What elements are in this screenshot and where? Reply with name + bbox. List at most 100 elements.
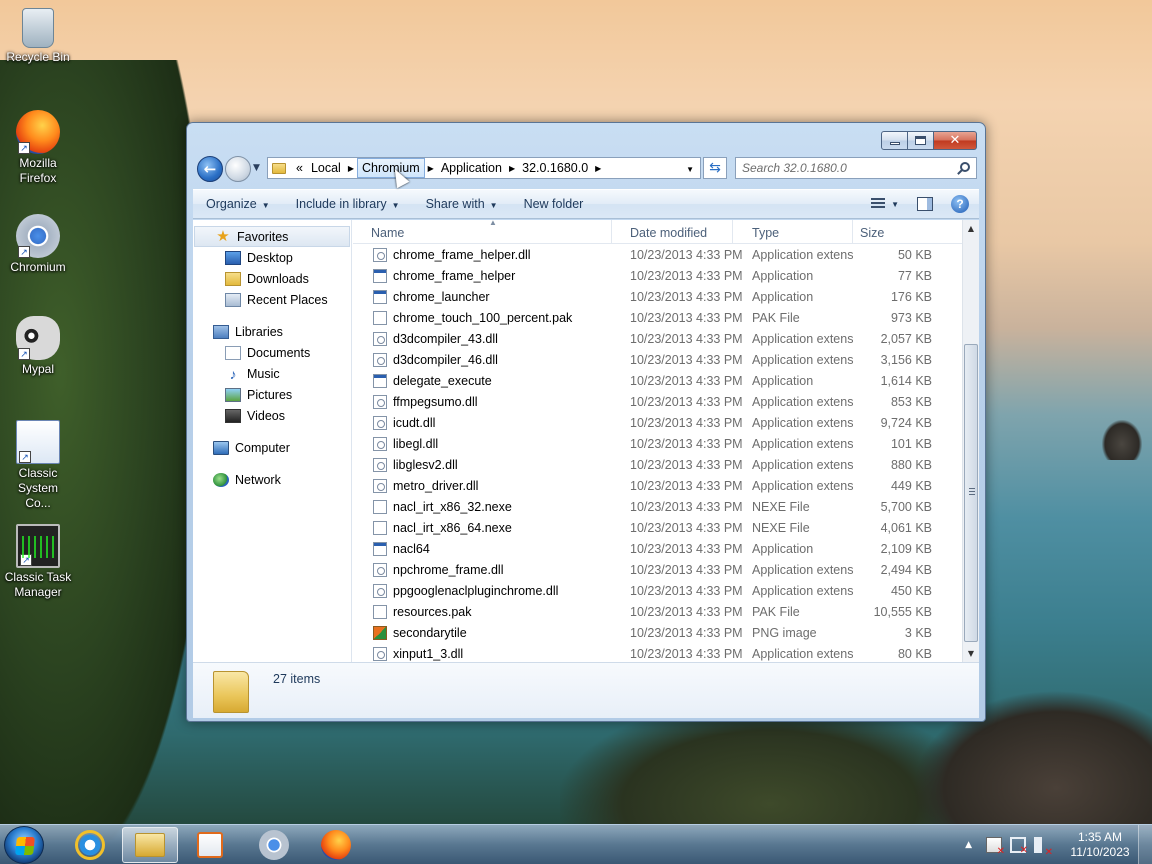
help-icon[interactable]: ?: [951, 195, 969, 213]
breadcrumb-local[interactable]: Local: [307, 158, 345, 178]
desktop-icon-firefox[interactable]: ↗ Mozilla Firefox: [4, 110, 72, 186]
share-with-button[interactable]: Share with ▼: [413, 197, 511, 211]
nav-videos[interactable]: Videos: [193, 405, 351, 426]
nav-computer[interactable]: Computer: [193, 437, 351, 458]
taskbar-chromium[interactable]: [246, 827, 302, 863]
file-name-cell[interactable]: libegl.dll: [353, 436, 612, 451]
minimize-button[interactable]: [881, 131, 908, 150]
scroll-up-icon[interactable]: ▲: [963, 220, 979, 237]
column-header-size[interactable]: Size: [853, 220, 940, 243]
chevron-right-icon[interactable]: ▶: [425, 164, 437, 173]
nav-libraries[interactable]: Libraries: [193, 321, 351, 342]
nav-recent-places[interactable]: Recent Places: [193, 289, 351, 310]
nav-network[interactable]: Network: [193, 469, 351, 490]
action-center-icon[interactable]: [986, 837, 1005, 857]
chevron-right-icon[interactable]: ▶: [592, 164, 604, 173]
table-row[interactable]: nacl_irt_x86_64.nexe 10/23/2013 4:33 PM NE…: [353, 517, 962, 538]
organize-button[interactable]: Organize ▼: [193, 197, 283, 211]
chevron-right-icon[interactable]: ▶: [506, 164, 518, 173]
table-row[interactable]: nacl64 10/23/2013 4:33 PM Application 2,109…: [353, 538, 962, 559]
file-name-cell[interactable]: chrome_frame_helper.dll: [353, 247, 612, 262]
file-name-cell[interactable]: d3dcompiler_46.dll: [353, 352, 612, 367]
file-name-cell[interactable]: nacl_irt_x86_64.nexe: [353, 520, 612, 535]
volume-icon[interactable]: [1034, 837, 1053, 858]
table-row[interactable]: secondarytile 10/23/2013 4:33 PM PNG image…: [353, 622, 962, 643]
file-name-cell[interactable]: chrome_launcher: [353, 289, 612, 304]
table-row[interactable]: chrome_launcher 10/23/2013 4:33 PM Applica…: [353, 286, 962, 307]
taskbar-windows-explorer[interactable]: [122, 827, 178, 863]
forward-button[interactable]: [225, 156, 251, 182]
scroll-down-icon[interactable]: ▼: [963, 645, 979, 662]
file-name-cell[interactable]: metro_driver.dll: [353, 478, 612, 493]
table-row[interactable]: ppgooglenaclpluginchrome.dll 10/23/2013 4…: [353, 580, 962, 601]
file-name-cell[interactable]: xinput1_3.dll: [353, 646, 612, 661]
table-row[interactable]: chrome_touch_100_percent.pak 10/23/2013 4…: [353, 307, 962, 328]
file-name-cell[interactable]: nacl_irt_x86_32.nexe: [353, 499, 612, 514]
file-name-cell[interactable]: ppgooglenaclpluginchrome.dll: [353, 583, 612, 598]
preview-pane-icon[interactable]: [917, 197, 933, 211]
vertical-scrollbar[interactable]: ▲ ▼: [962, 220, 979, 662]
table-row[interactable]: ffmpegsumo.dll 10/23/2013 4:33 PM Applicat…: [353, 391, 962, 412]
nav-favorites[interactable]: ★ Favorites: [194, 226, 350, 247]
include-in-library-button[interactable]: Include in library ▼: [283, 197, 413, 211]
back-button[interactable]: ←: [197, 156, 223, 182]
taskbar-internet-explorer[interactable]: [62, 827, 118, 863]
file-name-cell[interactable]: libglesv2.dll: [353, 457, 612, 472]
nav-documents[interactable]: Documents: [193, 342, 351, 363]
table-row[interactable]: d3dcompiler_43.dll 10/23/2013 4:33 PM Appl…: [353, 328, 962, 349]
table-row[interactable]: xinput1_3.dll 10/23/2013 4:33 PM Applicati…: [353, 643, 962, 664]
desktop-icon-chromium[interactable]: ↗ Chromium: [4, 214, 72, 275]
table-row[interactable]: nacl_irt_x86_32.nexe 10/23/2013 4:33 PM NE…: [353, 496, 962, 517]
column-header-name[interactable]: Name: [353, 220, 612, 243]
column-header-date[interactable]: Date modified: [612, 220, 733, 243]
clock[interactable]: 1:35 AM 11/10/2023: [1062, 830, 1138, 860]
table-row[interactable]: chrome_frame_helper 10/23/2013 4:33 PM App…: [353, 265, 962, 286]
chevron-right-icon[interactable]: ▶: [345, 164, 357, 173]
file-name-cell[interactable]: ffmpegsumo.dll: [353, 394, 612, 409]
network-status-icon[interactable]: [1010, 837, 1028, 856]
taskbar-firefox[interactable]: [308, 827, 364, 863]
search-icon[interactable]: [960, 162, 970, 172]
close-button[interactable]: ✕: [934, 131, 977, 150]
recent-pages-dropdown[interactable]: ▼: [253, 163, 260, 173]
show-desktop-button[interactable]: [1138, 825, 1152, 864]
file-name-cell[interactable]: chrome_touch_100_percent.pak: [353, 310, 612, 325]
file-name-cell[interactable]: delegate_execute: [353, 373, 612, 388]
table-row[interactable]: resources.pak 10/23/2013 4:33 PM PAK File 1…: [353, 601, 962, 622]
table-row[interactable]: npchrome_frame.dll 10/23/2013 4:33 PM Appl…: [353, 559, 962, 580]
breadcrumb-overflow[interactable]: «: [292, 158, 307, 178]
start-button[interactable]: [4, 826, 44, 864]
file-name-cell[interactable]: nacl64: [353, 541, 612, 556]
table-row[interactable]: libglesv2.dll 10/23/2013 4:33 PM Applicati…: [353, 454, 962, 475]
desktop-icon-recycle-bin[interactable]: Recycle Bin: [4, 8, 72, 65]
file-name-cell[interactable]: secondarytile: [353, 625, 612, 640]
taskbar-media-player[interactable]: [182, 827, 238, 863]
breadcrumb-version[interactable]: 32.0.1680.0: [518, 158, 592, 178]
nav-downloads[interactable]: Downloads: [193, 268, 351, 289]
new-folder-button[interactable]: New folder: [511, 197, 597, 211]
address-bar[interactable]: « Local ▶ Chromium ▶ Application ▶ 32.0.…: [267, 157, 701, 179]
file-name-cell[interactable]: icudt.dll: [353, 415, 612, 430]
search-input[interactable]: Search 32.0.1680.0: [735, 157, 977, 179]
table-row[interactable]: d3dcompiler_46.dll 10/23/2013 4:33 PM Appl…: [353, 349, 962, 370]
file-name-cell[interactable]: chrome_frame_helper: [353, 268, 612, 283]
desktop-icon-classic-system-config[interactable]: ↗ Classic System Co...: [4, 420, 72, 511]
file-name-cell[interactable]: resources.pak: [353, 604, 612, 619]
address-history-dropdown[interactable]: ▼: [686, 165, 694, 174]
change-view-button[interactable]: ▼: [871, 198, 899, 210]
file-name-cell[interactable]: npchrome_frame.dll: [353, 562, 612, 577]
table-row[interactable]: icudt.dll 10/23/2013 4:33 PM Application e…: [353, 412, 962, 433]
breadcrumb-application[interactable]: Application: [437, 158, 506, 178]
show-hidden-icons-icon[interactable]: ▲: [965, 840, 972, 850]
table-row[interactable]: metro_driver.dll 10/23/2013 4:33 PM Applic…: [353, 475, 962, 496]
table-row[interactable]: libegl.dll 10/23/2013 4:33 PM Application …: [353, 433, 962, 454]
table-row[interactable]: chrome_frame_helper.dll 10/23/2013 4:33 P…: [353, 244, 962, 265]
file-name-cell[interactable]: d3dcompiler_43.dll: [353, 331, 612, 346]
desktop-icon-mypal[interactable]: ↗ Mypal: [4, 316, 72, 377]
table-row[interactable]: delegate_execute 10/23/2013 4:33 PM Applic…: [353, 370, 962, 391]
column-header-type[interactable]: Type: [733, 220, 853, 243]
desktop-icon-classic-task-manager[interactable]: ↗ Classic Task Manager: [4, 524, 72, 600]
nav-music[interactable]: ♪ Music: [193, 363, 351, 384]
maximize-button[interactable]: [908, 131, 934, 150]
nav-pictures[interactable]: Pictures: [193, 384, 351, 405]
